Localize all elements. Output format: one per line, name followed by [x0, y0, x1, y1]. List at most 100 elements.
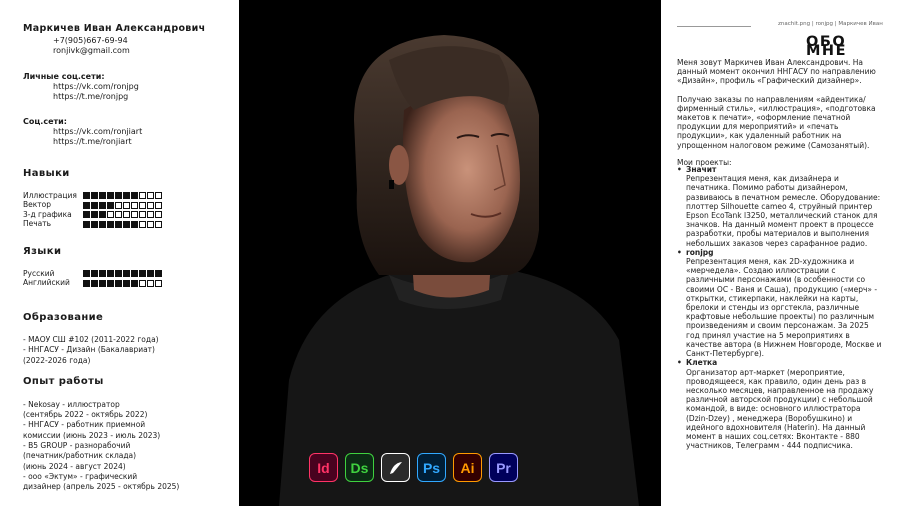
- language-row: Русский: [23, 269, 239, 279]
- project-title: Значит: [677, 165, 882, 174]
- skills-heading: Навыки: [23, 168, 70, 179]
- premiere-icon: Pr: [489, 453, 518, 482]
- language-level-bar: [83, 279, 162, 287]
- language-level-bar: [83, 270, 162, 278]
- skill-name: Вектор: [23, 200, 52, 210]
- project-item: Клетка Организатор арт-маркет (мероприят…: [677, 358, 882, 450]
- skill-name: Иллюстрация: [23, 190, 77, 200]
- level-square-empty: [155, 201, 162, 209]
- level-square-filled: [107, 279, 114, 287]
- indesign-icon: Id: [309, 453, 338, 482]
- level-square-empty: [147, 279, 154, 287]
- level-square-filled: [147, 270, 154, 278]
- experience-line: (сентябрь 2022 - октябрь 2022): [23, 410, 148, 420]
- intro-paragraph: Меня зовут Маркичев Иван Александрович. …: [677, 58, 876, 86]
- level-square-filled: [131, 270, 138, 278]
- skill-row: Печать: [23, 219, 239, 230]
- level-square-filled: [83, 201, 90, 209]
- skill-name: 3-д графика: [23, 209, 72, 219]
- experience-line: - ооо «Эктум» - графический: [23, 471, 138, 481]
- social-link-vk[interactable]: https://vk.com/ronjiart: [23, 127, 239, 137]
- project-description: Репрезентация меня, как дизайнера и печа…: [686, 174, 881, 248]
- project-item: ronjpg Репрезентация меня, как 2D-художн…: [677, 248, 882, 358]
- level-square-filled: [115, 279, 122, 287]
- phone-number: +7(905)667-69-94: [53, 36, 128, 45]
- level-square-empty: [131, 201, 138, 209]
- level-square-filled: [99, 192, 106, 200]
- education-line: - ННГАСУ - Дизайн (Бакалавриат): [23, 345, 155, 355]
- level-square-filled: [83, 192, 90, 200]
- languages-heading: Языки: [23, 246, 62, 257]
- skill-row: Иллюстрация: [23, 191, 239, 201]
- level-square-empty: [147, 201, 154, 209]
- experience-line: - B5 GROUP - разнорабочий: [23, 441, 131, 451]
- experience-line: комиссии (июнь 2023 - июль 2023): [23, 430, 161, 440]
- photoshop-icon: Ps: [417, 453, 446, 482]
- level-square-filled: [123, 270, 130, 278]
- level-square-filled: [115, 192, 122, 200]
- personal-link-telegram[interactable]: https://t.me/ronjpg: [23, 92, 239, 102]
- level-square-empty: [139, 192, 146, 200]
- skill-level-bar: [83, 220, 162, 228]
- level-square-filled: [107, 201, 114, 209]
- level-square-empty: [139, 279, 146, 287]
- level-square-filled: [91, 220, 98, 228]
- personal-social-label: Личные соц.сети:: [23, 72, 105, 81]
- level-square-filled: [99, 220, 106, 228]
- projects-list: Значит Репрезентация меня, как дизайнера…: [677, 165, 882, 450]
- level-square-filled: [83, 279, 90, 287]
- level-square-empty: [115, 211, 122, 219]
- about-heading: ОБО МНЕ: [806, 34, 847, 60]
- skills-list: Иллюстрация Вектор 3-д графика Печать: [23, 191, 239, 229]
- level-square-empty: [155, 211, 162, 219]
- dimension-icon: Ds: [345, 453, 374, 482]
- level-square-filled: [123, 279, 130, 287]
- skill-level-bar: [83, 201, 162, 209]
- level-square-filled: [131, 220, 138, 228]
- software-icons: Id Ds Ps Ai Pr: [309, 453, 518, 482]
- project-description: Репрезентация меня, как 2D-художника и «…: [686, 257, 882, 359]
- skill-level-bar: [83, 211, 162, 219]
- level-square-empty: [107, 211, 114, 219]
- language-name: Русский: [23, 268, 55, 278]
- personal-link-vk[interactable]: https://vk.com/ronjpg: [23, 82, 239, 92]
- project-item: Значит Репрезентация меня, как дизайнера…: [677, 165, 882, 248]
- skill-row: Вектор: [23, 200, 239, 211]
- level-square-empty: [115, 201, 122, 209]
- level-square-empty: [147, 192, 154, 200]
- level-square-filled: [123, 220, 130, 228]
- experience-line: (печатник/работник склада): [23, 451, 137, 461]
- level-square-filled: [139, 270, 146, 278]
- level-square-filled: [131, 192, 138, 200]
- level-square-empty: [131, 211, 138, 219]
- about-column: znachit.png | ronjpg | Маркичев Иван ОБО…: [677, 0, 887, 506]
- level-square-filled: [83, 220, 90, 228]
- level-square-filled: [115, 220, 122, 228]
- experience-heading: Опыт работы: [23, 375, 104, 387]
- project-title: ronjpg: [677, 248, 882, 257]
- level-square-filled: [99, 211, 106, 219]
- experience-line: дизайнер (апрель 2025 - октябрь 2025): [23, 482, 180, 492]
- level-square-filled: [107, 270, 114, 278]
- portrait-illustration: [279, 35, 639, 506]
- language-row: Английский: [23, 278, 239, 289]
- level-square-empty: [139, 211, 146, 219]
- social-link-telegram[interactable]: https://t.me/ronjiart: [23, 137, 239, 147]
- level-square-filled: [91, 270, 98, 278]
- education-heading: Образование: [23, 312, 104, 323]
- level-square-filled: [91, 211, 98, 219]
- portrait-photo: Id Ds Ps Ai Pr: [239, 0, 661, 506]
- level-square-empty: [123, 211, 130, 219]
- education-list: - МАОУ СШ #102 (2011-2022 года) - ННГАСУ…: [23, 335, 239, 366]
- level-square-empty: [139, 201, 146, 209]
- social-label: Соц.сети:: [23, 117, 67, 126]
- level-square-filled: [131, 279, 138, 287]
- header-breadcrumb: znachit.png | ronjpg | Маркичев Иван: [778, 21, 883, 27]
- level-square-filled: [99, 201, 106, 209]
- about-text: Меня зовут Маркичев Иван Александрович. …: [677, 58, 882, 450]
- email-link[interactable]: ronjivk@gmail.com: [23, 46, 239, 56]
- skill-name: Печать: [23, 219, 52, 229]
- education-line: (2022-2026 года): [23, 355, 91, 365]
- level-square-filled: [83, 211, 90, 219]
- level-square-filled: [115, 270, 122, 278]
